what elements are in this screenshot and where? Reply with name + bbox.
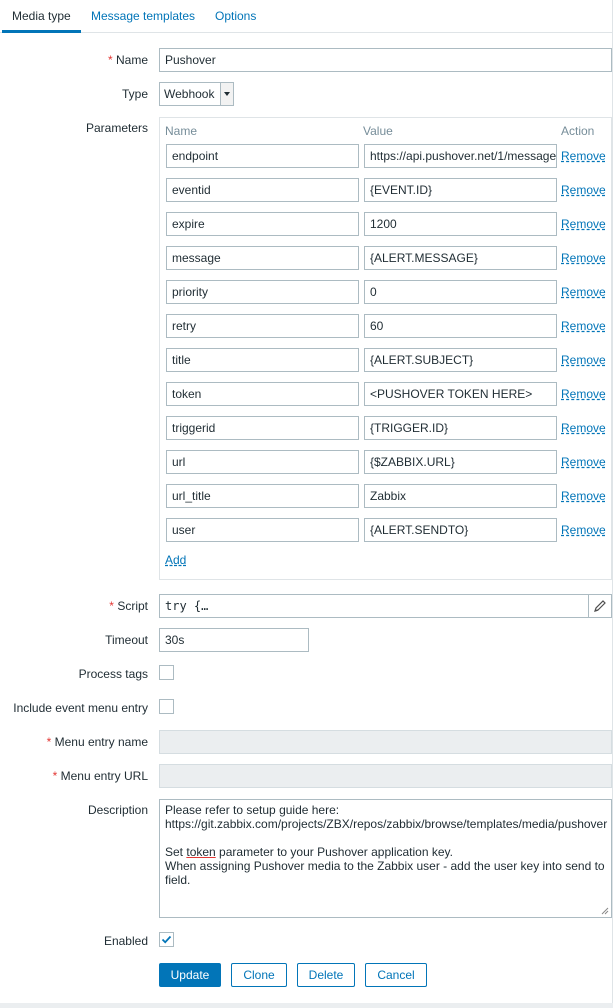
parameter-name-input[interactable]: token (166, 382, 359, 406)
parameter-name-input[interactable]: triggerid (166, 416, 359, 440)
parameter-row: priority 0 Remove (160, 280, 611, 304)
parameter-value-input[interactable]: Zabbix (364, 484, 557, 508)
parameter-row: user {ALERT.SENDTO} Remove (160, 518, 611, 542)
parameters-table: Name Value Action endpoint https://api.pu… (159, 117, 612, 580)
parameter-name-input[interactable]: url (166, 450, 359, 474)
update-button[interactable]: Update (159, 963, 221, 987)
remove-parameter-link[interactable]: Remove (561, 251, 606, 265)
name-input[interactable]: Pushover (159, 48, 612, 72)
parameter-row: endpoint https://api.pushover.net/1/messa… (160, 144, 611, 168)
description-label: Description (87, 803, 148, 817)
tab-options[interactable]: Options (205, 0, 266, 33)
tab-message-templates[interactable]: Message templates (81, 0, 205, 33)
param-header-name: Name (165, 124, 198, 138)
type-select[interactable]: Webhook (159, 82, 234, 106)
add-parameter-link[interactable]: Add (165, 553, 186, 567)
parameter-value-input[interactable]: {TRIGGER.ID} (364, 416, 557, 440)
menu-entry-url-input[interactable] (159, 764, 612, 788)
remove-parameter-link[interactable]: Remove (561, 183, 606, 197)
tab-bar: Media type Message templates Options (0, 0, 613, 33)
parameter-name-input[interactable]: eventid (166, 178, 359, 202)
delete-button[interactable]: Delete (297, 963, 355, 987)
clone-button[interactable]: Clone (231, 963, 287, 987)
param-header-action: Action (561, 124, 595, 138)
tab-media-type[interactable]: Media type (2, 0, 81, 33)
parameter-row: url {$ZABBIX.URL} Remove (160, 450, 611, 474)
description-token-word: token (186, 845, 216, 859)
media-type-form-panel: Media type Message templates Options Nam… (0, 0, 613, 1003)
timeout-input[interactable]: 30s (159, 628, 309, 652)
parameter-name-input[interactable]: endpoint (166, 144, 359, 168)
menu-entry-name-input[interactable] (159, 730, 612, 754)
parameter-row: token <PUSHOVER TOKEN HERE> Remove (160, 382, 611, 406)
checkmark-icon (161, 935, 172, 944)
parameter-value-input[interactable]: {$ZABBIX.URL} (364, 450, 557, 474)
remove-parameter-link[interactable]: Remove (561, 421, 606, 435)
type-select-value: Webhook (164, 87, 215, 101)
parameter-value-input[interactable]: 1200 (364, 212, 557, 236)
process-tags-checkbox[interactable] (159, 665, 174, 680)
chevron-down-icon (220, 83, 233, 105)
description-line-1: Please refer to setup guide here: https:… (165, 803, 608, 831)
timeout-label: Timeout (105, 633, 148, 647)
pencil-icon (594, 600, 606, 612)
include-event-menu-label: Include event menu entry (13, 701, 148, 715)
parameter-value-input[interactable]: {EVENT.ID} (364, 178, 557, 202)
menu-entry-name-label: Menu entry name (47, 735, 148, 749)
script-label: Script (109, 599, 148, 613)
resize-handle-icon[interactable] (601, 907, 609, 915)
remove-parameter-link[interactable]: Remove (561, 149, 606, 163)
remove-parameter-link[interactable]: Remove (561, 285, 606, 299)
description-line-3: When assigning Pushover media to the Zab… (165, 859, 608, 887)
name-label: Name (108, 53, 148, 67)
process-tags-label: Process tags (78, 667, 148, 681)
parameter-row: triggerid {TRIGGER.ID} Remove (160, 416, 611, 440)
parameter-value-input[interactable]: {ALERT.MESSAGE} (364, 246, 557, 270)
parameter-row: expire 1200 Remove (160, 212, 611, 236)
parameter-row: eventid {EVENT.ID} Remove (160, 178, 611, 202)
parameter-row: retry 60 Remove (160, 314, 611, 338)
remove-parameter-link[interactable]: Remove (561, 387, 606, 401)
enabled-checkbox[interactable] (159, 932, 174, 947)
parameter-value-input[interactable]: {ALERT.SENDTO} (364, 518, 557, 542)
parameter-name-input[interactable]: expire (166, 212, 359, 236)
parameter-row: url_title Zabbix Remove (160, 484, 611, 508)
param-header-value: Value (363, 124, 393, 138)
parameter-name-input[interactable]: message (166, 246, 359, 270)
description-line-2-pre: Set (165, 845, 187, 859)
parameter-name-input[interactable]: priority (166, 280, 359, 304)
remove-parameter-link[interactable]: Remove (561, 489, 606, 503)
parameter-value-input[interactable]: 0 (364, 280, 557, 304)
parameters-label: Parameters (85, 121, 148, 135)
cancel-button[interactable]: Cancel (365, 963, 427, 987)
parameter-row: message {ALERT.MESSAGE} Remove (160, 246, 611, 270)
remove-parameter-link[interactable]: Remove (561, 353, 606, 367)
description-textarea[interactable]: Please refer to setup guide here: https:… (159, 799, 612, 918)
parameter-name-input[interactable]: title (166, 348, 359, 372)
description-line-2-post: parameter to your Pushover application k… (215, 845, 453, 859)
parameter-value-input[interactable]: 60 (364, 314, 557, 338)
parameter-name-input[interactable]: user (166, 518, 359, 542)
script-value: try {… (165, 599, 209, 613)
edit-script-button[interactable] (588, 595, 611, 617)
parameter-name-input[interactable]: retry (166, 314, 359, 338)
parameter-value-input[interactable]: <PUSHOVER TOKEN HERE> (364, 382, 557, 406)
remove-parameter-link[interactable]: Remove (561, 523, 606, 537)
parameter-row: title {ALERT.SUBJECT} Remove (160, 348, 611, 372)
script-field[interactable]: try {… (159, 594, 612, 618)
remove-parameter-link[interactable]: Remove (561, 455, 606, 469)
remove-parameter-link[interactable]: Remove (561, 217, 606, 231)
remove-parameter-link[interactable]: Remove (561, 319, 606, 333)
parameter-value-input[interactable]: https://api.pushover.net/1/messages.json (364, 144, 557, 168)
parameter-value-input[interactable]: {ALERT.SUBJECT} (364, 348, 557, 372)
parameter-name-input[interactable]: url_title (166, 484, 359, 508)
type-label: Type (121, 87, 148, 101)
include-event-menu-checkbox[interactable] (159, 699, 174, 714)
menu-entry-url-label: Menu entry URL (53, 769, 148, 783)
enabled-label: Enabled (103, 934, 148, 948)
